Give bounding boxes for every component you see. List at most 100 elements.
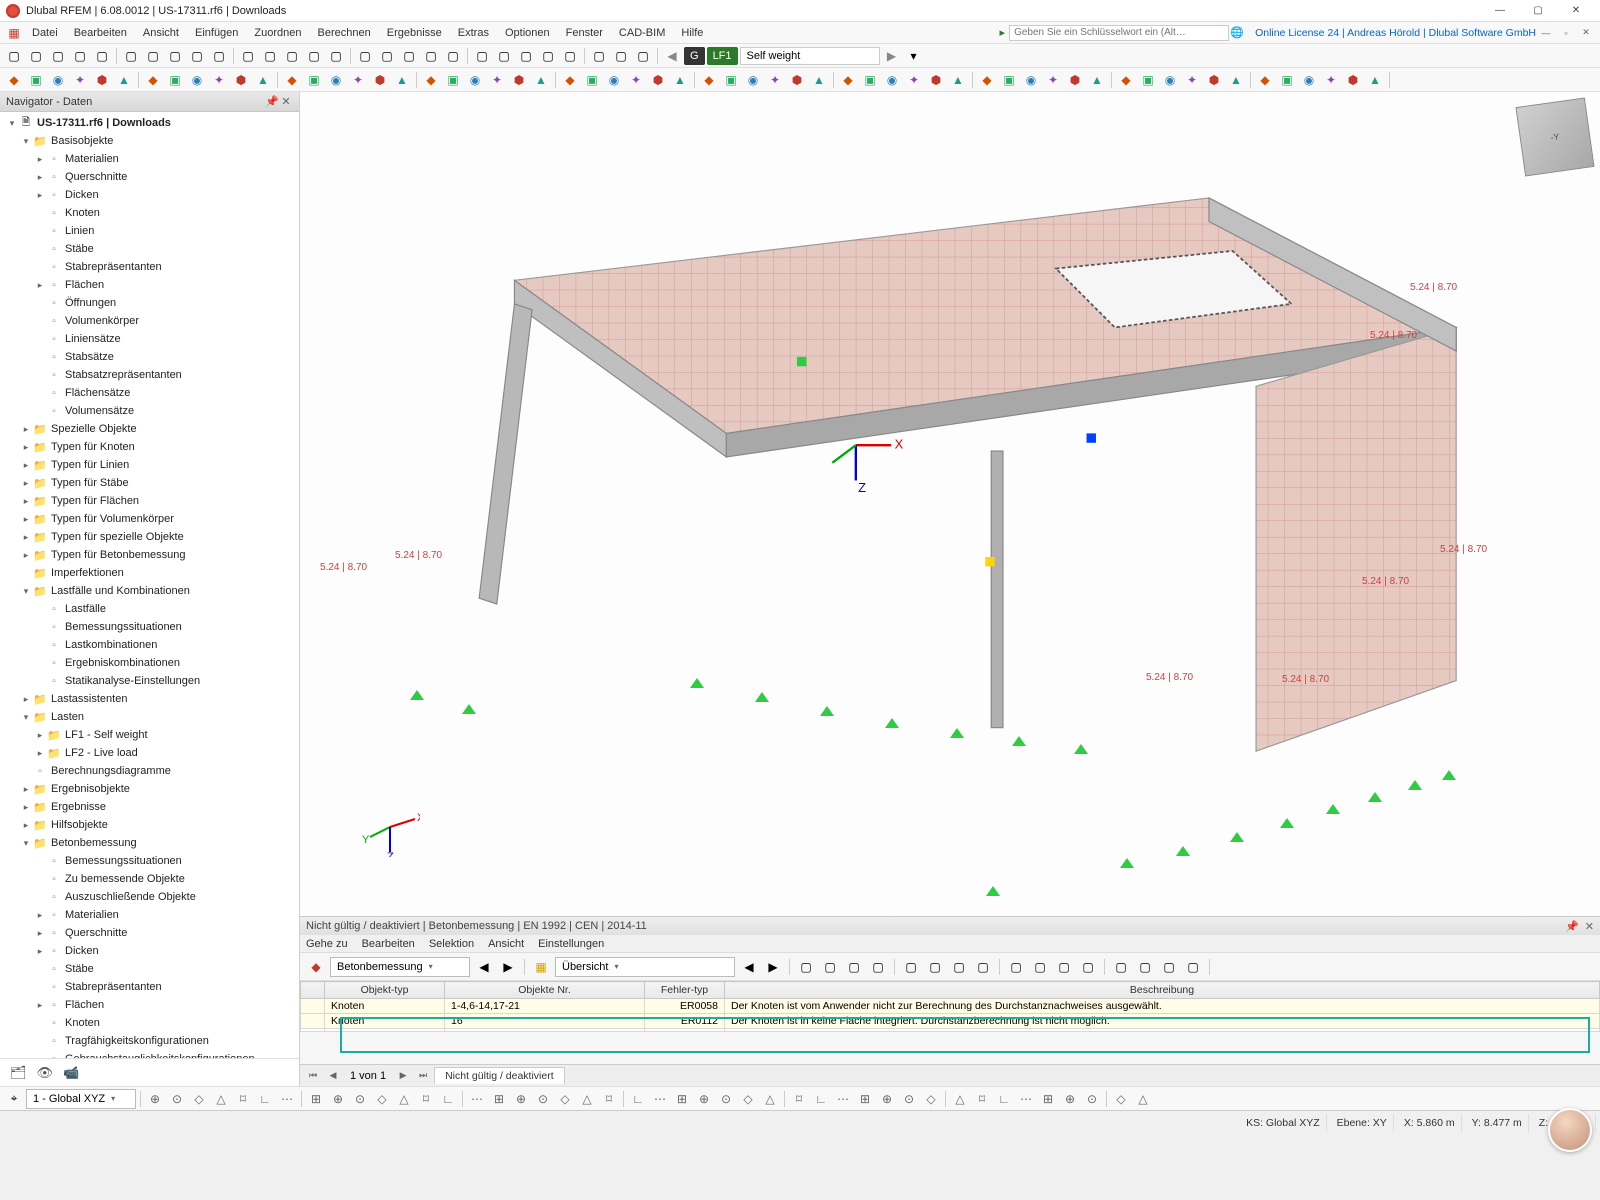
toolbar-button[interactable]: ⬢ [787, 70, 807, 90]
toolbar-button[interactable]: ▢ [355, 46, 375, 66]
nav-next[interactable]: ▶ [882, 46, 902, 66]
snap-button[interactable]: ⊞ [1038, 1089, 1058, 1109]
snap-button[interactable]: ⌑ [416, 1089, 436, 1109]
lf-g-badge[interactable]: G [684, 47, 705, 65]
expand-icon[interactable]: ▸ [20, 550, 32, 561]
snap-button[interactable]: ⊙ [167, 1089, 187, 1109]
toolbar-button[interactable]: ▲ [531, 70, 551, 90]
snap-button[interactable]: ⊞ [672, 1089, 692, 1109]
snap-button[interactable]: ⊕ [694, 1089, 714, 1109]
tree-item[interactable]: ▾ Basisobjekte [2, 132, 299, 150]
panel-tool-button[interactable]: ▢ [1054, 957, 1074, 977]
expand-icon[interactable]: ▸ [34, 280, 46, 291]
snap-button[interactable]: ∟ [994, 1089, 1014, 1109]
snap-button[interactable]: ◇ [738, 1089, 758, 1109]
menu-ansicht[interactable]: Ansicht [135, 24, 187, 42]
toolbar-button[interactable]: ▣ [1138, 70, 1158, 90]
tree-item[interactable]: ▸ Materialien [2, 906, 299, 924]
expand-icon[interactable]: ▸ [20, 460, 32, 471]
menu-zuordnen[interactable]: Zuordnen [246, 24, 309, 42]
snap-button[interactable]: ⌑ [599, 1089, 619, 1109]
panel-tool-button[interactable]: ▢ [901, 957, 921, 977]
snap-button[interactable]: ∟ [438, 1089, 458, 1109]
toolbar-button[interactable]: ▢ [538, 46, 558, 66]
toolbar-button[interactable]: ▣ [721, 70, 741, 90]
keyword-search-input[interactable] [1009, 25, 1229, 41]
tree-item[interactable]: Lastfälle [2, 600, 299, 618]
expand-icon[interactable]: ▾ [20, 712, 32, 723]
toolbar-button[interactable]: ▲ [392, 70, 412, 90]
snap-button[interactable]: △ [577, 1089, 597, 1109]
tree-item[interactable]: Imperfektionen [2, 564, 299, 582]
nav-next-icon[interactable]: ▶ [498, 957, 518, 977]
tree-item[interactable]: ▸ Querschnitte [2, 924, 299, 942]
toolbar-button[interactable]: ▣ [860, 70, 880, 90]
snap-button[interactable]: ◇ [189, 1089, 209, 1109]
toolbar-button[interactable]: ◉ [882, 70, 902, 90]
panel-menu-item[interactable]: Gehe zu [306, 938, 348, 950]
snap-button[interactable]: ⊙ [899, 1089, 919, 1109]
toolbar-button[interactable]: ⬢ [370, 70, 390, 90]
nav-prev-icon[interactable]: ◀ [474, 957, 494, 977]
toolbar-button[interactable]: ◆ [143, 70, 163, 90]
menu-datei[interactable]: Datei [24, 24, 66, 42]
toolbar-button[interactable]: ▣ [165, 70, 185, 90]
toolbar-button[interactable]: ▢ [421, 46, 441, 66]
snap-button[interactable]: ⊙ [716, 1089, 736, 1109]
menu-extras[interactable]: Extras [450, 24, 497, 42]
nav-next-icon[interactable]: ▶ [763, 957, 783, 977]
toolbar-button[interactable]: ▢ [260, 46, 280, 66]
results-table[interactable]: Objekt-typ Objekte Nr. Fehler-typ Beschr… [300, 981, 1600, 1064]
panel-tool-button[interactable]: ▢ [973, 957, 993, 977]
tree-item[interactable]: ▸ Dicken [2, 942, 299, 960]
module-icon[interactable]: ◆ [306, 957, 326, 977]
snap-button[interactable]: △ [211, 1089, 231, 1109]
toolbar-button[interactable]: ▢ [70, 46, 90, 66]
toolbar-button[interactable]: ◉ [48, 70, 68, 90]
tree-item[interactable]: ▸ Flächen [2, 996, 299, 1014]
last-page[interactable]: ⏭ [414, 1070, 432, 1081]
toolbar-button[interactable]: ◆ [1116, 70, 1136, 90]
minimize-button[interactable]: — [1482, 2, 1518, 20]
menu-berechnen[interactable]: Berechnen [310, 24, 379, 42]
snap-button[interactable]: ⊙ [533, 1089, 553, 1109]
toolbar-button[interactable]: ◉ [1160, 70, 1180, 90]
navigation-cube[interactable]: -Y [1515, 97, 1594, 176]
snap-button[interactable]: △ [950, 1089, 970, 1109]
toolbar-button[interactable]: ⬢ [648, 70, 668, 90]
cs-icon[interactable]: ⌖ [4, 1089, 24, 1109]
table-row[interactable]: Knoten16ER0112Der Knoten ist in keine Fl… [301, 1014, 1600, 1029]
menu-hilfe[interactable]: Hilfe [673, 24, 711, 42]
toolbar-button[interactable]: ◆ [1255, 70, 1275, 90]
tree-item[interactable]: Flächensätze [2, 384, 299, 402]
tree-item[interactable]: Gebrauchstauglichkeitskonfigurationen [2, 1050, 299, 1058]
tree-item[interactable]: ▸ LF2 - Live load [2, 744, 299, 762]
tree-item[interactable]: ▸ Querschnitte [2, 168, 299, 186]
nav-prev[interactable]: ◀ [662, 46, 682, 66]
toolbar-button[interactable]: ◆ [699, 70, 719, 90]
snap-button[interactable]: ⌑ [972, 1089, 992, 1109]
snap-button[interactable]: ◇ [921, 1089, 941, 1109]
tree-item[interactable]: Stabrepräsentanten [2, 978, 299, 996]
toolbar-button[interactable]: ▢ [516, 46, 536, 66]
tree-item[interactable]: ▸ Hilfsobjekte [2, 816, 299, 834]
toolbar-button[interactable]: ✦ [765, 70, 785, 90]
toolbar-button[interactable]: ◆ [282, 70, 302, 90]
toolbar-button[interactable]: ✦ [487, 70, 507, 90]
toolbar-button[interactable]: ▢ [238, 46, 258, 66]
panel-tool-button[interactable]: ▢ [796, 957, 816, 977]
toolbar-button[interactable]: ▢ [143, 46, 163, 66]
toolbar-button[interactable]: ✦ [70, 70, 90, 90]
toolbar-button[interactable]: ▲ [809, 70, 829, 90]
toolbar-button[interactable]: ✦ [626, 70, 646, 90]
toolbar-button[interactable]: ▣ [999, 70, 1019, 90]
snap-button[interactable]: ⊙ [350, 1089, 370, 1109]
toolbar-button[interactable]: ▲ [1087, 70, 1107, 90]
tree-item[interactable]: Ergebniskombinationen [2, 654, 299, 672]
snap-button[interactable]: ◇ [555, 1089, 575, 1109]
toolbar-button[interactable]: ▢ [472, 46, 492, 66]
toolbar-button[interactable]: ⬢ [509, 70, 529, 90]
model-3d-view[interactable]: X Z const sup=[[390,586],[455,600],[520,… [300, 92, 1600, 916]
tree-item[interactable]: ▸ Spezielle Objekte [2, 420, 299, 438]
toolbar-button[interactable]: ✦ [1321, 70, 1341, 90]
